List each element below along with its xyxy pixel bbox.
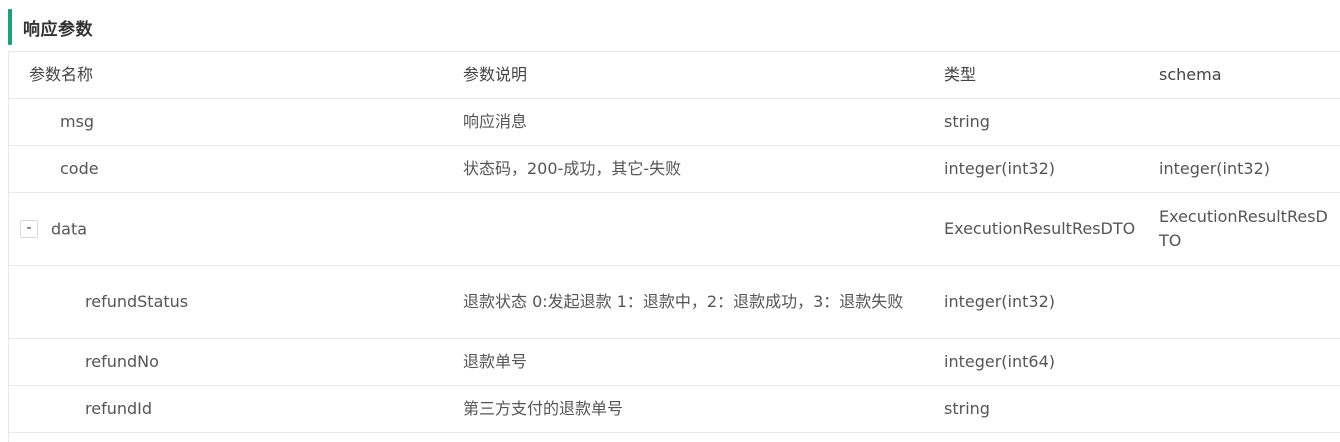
table-row: refundStatus 退款状态 0:发起退款 1：退款中，2：退款成功，3：… (9, 265, 1340, 339)
param-description: 第三方支付的退款单号 (453, 385, 944, 433)
param-type: integer(int32) (944, 265, 1159, 339)
param-schema (1159, 338, 1340, 386)
param-schema: ExecutionResultResDTO (1159, 192, 1340, 266)
header-param-description: 参数说明 (453, 52, 944, 99)
param-description: 状态码，200-成功，其它-失败 (453, 145, 944, 193)
collapse-toggle-button[interactable]: - (20, 220, 38, 239)
response-params-table: 参数名称 参数说明 类型 schema msg 响应消息 string code… (8, 51, 1340, 442)
param-name: refundNo (9, 338, 453, 386)
header-type: 类型 (944, 52, 1159, 99)
param-schema: integer(int32) (1159, 145, 1340, 193)
param-description: 响应消息 (453, 98, 944, 146)
section-title: 响应参数 (23, 19, 93, 40)
header-param-name: 参数名称 (9, 52, 453, 99)
section-accent-bar (8, 9, 12, 45)
param-name: code (9, 145, 453, 193)
param-type: string (944, 385, 1159, 433)
param-name-cell: - data (9, 192, 453, 266)
param-type: ExecutionResultResDTO (944, 192, 1159, 266)
table-row: msg 响应消息 string (9, 98, 1340, 146)
table-row-expandable: - data ExecutionResultResDTO ExecutionRes… (9, 192, 1340, 266)
table-header-row: 参数名称 参数说明 类型 schema (9, 52, 1340, 99)
table-row: refundId 第三方支付的退款单号 string (9, 385, 1340, 433)
param-name: refundStatus (9, 265, 453, 339)
param-schema (1159, 385, 1340, 433)
param-description (453, 192, 944, 266)
table-row: refundNo 退款单号 integer(int64) (9, 338, 1340, 386)
table-row: code 状态码，200-成功，其它-失败 integer(int32) int… (9, 145, 1340, 193)
param-type: integer(int64) (944, 338, 1159, 386)
section-header: 响应参数 (8, 8, 93, 46)
param-description: 退款状态 0:发起退款 1：退款中，2：退款成功，3：退款失败 (453, 265, 944, 339)
param-description: 退款单号 (453, 338, 944, 386)
param-type: string (944, 98, 1159, 146)
param-name: data (51, 219, 88, 239)
param-name: refundId (9, 385, 453, 433)
header-schema: schema (1159, 52, 1340, 99)
param-name: msg (9, 98, 453, 146)
param-schema (1159, 98, 1340, 146)
param-schema (1159, 265, 1340, 339)
param-type: integer(int32) (944, 145, 1159, 193)
